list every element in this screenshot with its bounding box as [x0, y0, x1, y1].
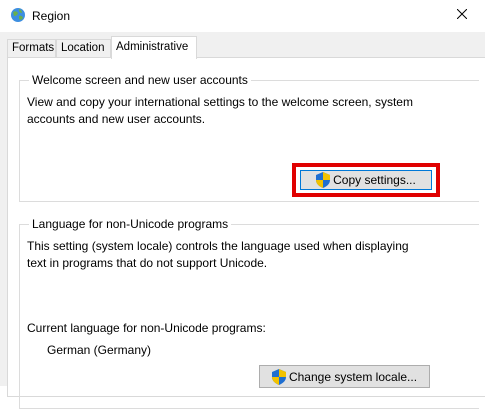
copy-settings-label: Copy settings...: [333, 173, 416, 187]
non-unicode-group: Language for non-Unicode programs This s…: [19, 217, 479, 409]
close-button[interactable]: [439, 0, 485, 30]
uac-shield-icon: [316, 172, 331, 188]
change-system-locale-label: Change system locale...: [288, 369, 418, 384]
copy-settings-highlight: Copy settings...: [292, 163, 440, 197]
tab-location[interactable]: Location: [56, 39, 111, 58]
window-title: Region: [32, 9, 71, 23]
uac-shield-icon: [271, 368, 286, 385]
welcome-description: View and copy your international setting…: [27, 95, 413, 126]
copy-settings-button[interactable]: Copy settings...: [300, 170, 432, 190]
welcome-group-legend: Welcome screen and new user accounts: [29, 73, 251, 87]
dialog-content: Formats Location Administrative Welcome …: [0, 32, 485, 409]
non-unicode-description: This setting (system locale) controls th…: [27, 239, 409, 270]
current-language-label: Current language for non-Unicode program…: [27, 321, 266, 335]
welcome-group: Welcome screen and new user accounts Vie…: [19, 73, 479, 202]
tab-formats[interactable]: Formats: [7, 39, 56, 58]
current-language-value: German (Germany): [47, 343, 152, 357]
non-unicode-group-legend: Language for non-Unicode programs: [29, 217, 232, 231]
close-icon: [456, 8, 468, 22]
title-bar: Region: [0, 0, 485, 32]
tab-panel-administrative: Welcome screen and new user accounts Vie…: [7, 57, 485, 409]
change-system-locale-button[interactable]: Change system locale...: [259, 365, 430, 388]
globe-icon: [10, 7, 26, 23]
tab-administrative[interactable]: Administrative: [111, 36, 197, 59]
